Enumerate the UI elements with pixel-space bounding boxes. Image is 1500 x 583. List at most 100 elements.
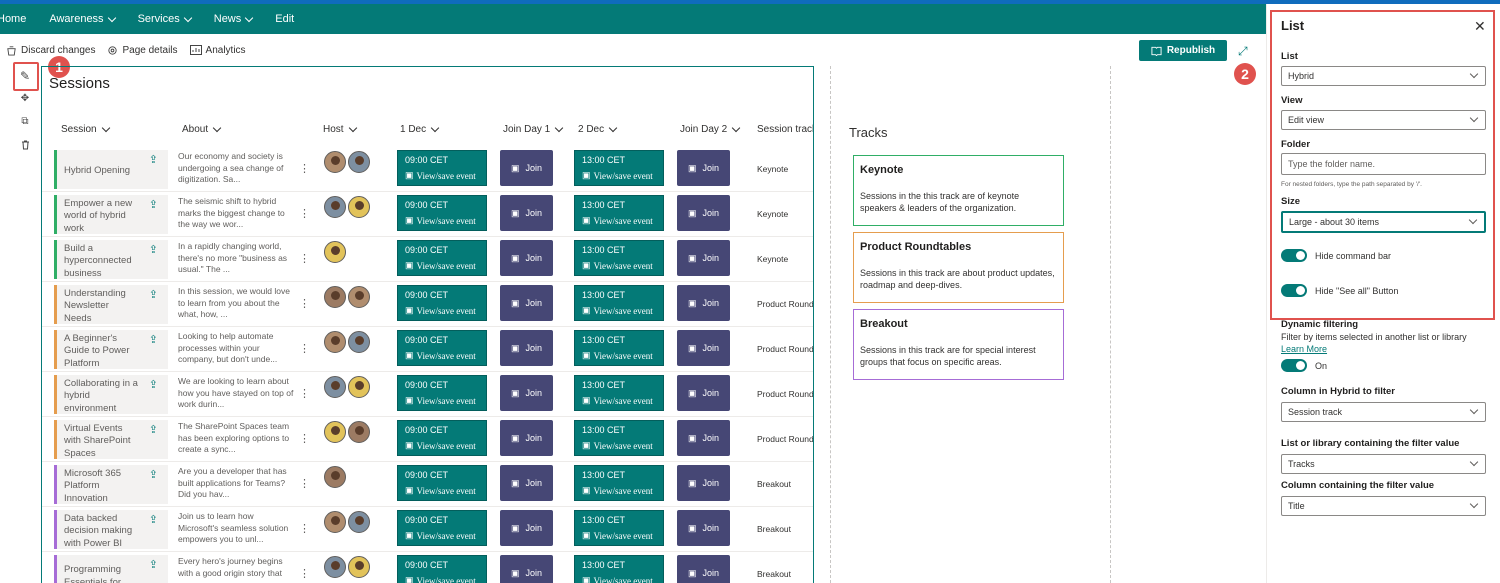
join-day1-button[interactable]: ▣ Join [500,555,553,583]
join-day2-button[interactable]: ▣ Join [677,195,730,231]
join-day2-button[interactable]: ▣ Join [677,420,730,456]
avatar[interactable] [348,331,370,353]
day1-event-button[interactable]: 09:00 CET ▣ View/save event [397,420,487,456]
day1-event-button[interactable]: 09:00 CET ▣ View/save event [397,195,487,231]
day1-event-button[interactable]: 09:00 CET ▣ View/save event [397,375,487,411]
share-icon[interactable]: ⇪ [149,379,158,392]
folder-input[interactable]: Type the folder name. [1281,153,1486,175]
share-icon[interactable]: ⇪ [149,334,158,347]
more-options-icon[interactable]: ⋮ [299,207,310,220]
column-header-join-day2[interactable]: Join Day 2 [680,123,741,135]
more-options-icon[interactable]: ⋮ [299,387,310,400]
join-day2-button[interactable]: ▣ Join [677,465,730,501]
share-icon[interactable]: ⇪ [149,469,158,482]
avatar[interactable] [348,151,370,173]
day2-event-button[interactable]: 13:00 CET ▣ View/save event [574,465,664,501]
session-title-cell[interactable]: Data backed decision making with Power B… [54,510,168,549]
day1-event-button[interactable]: 09:00 CET ▣ View/save event [397,150,487,186]
table-row[interactable]: A Beginner's Guide to Power Platform ⇪ Lo… [42,327,813,372]
session-title-cell[interactable]: Understanding Newsletter Needs ⇪ [54,285,168,324]
join-day1-button[interactable]: ▣ Join [500,375,553,411]
close-icon[interactable]: ✕ [1474,18,1486,35]
column-header-about[interactable]: About [182,123,222,135]
day1-event-button[interactable]: 09:00 CET ▣ View/save event [397,240,487,276]
avatar[interactable] [348,196,370,218]
day1-event-button[interactable]: 09:00 CET ▣ View/save event [397,510,487,546]
avatar[interactable] [348,376,370,398]
more-options-icon[interactable]: ⋮ [299,342,310,355]
day2-event-button[interactable]: 13:00 CET ▣ View/save event [574,330,664,366]
session-title-cell[interactable]: Build a hyperconnected business ⇪ [54,240,168,279]
avatar[interactable] [324,151,346,173]
column-header-join-day1[interactable]: Join Day 1 [503,123,564,135]
page-details-button[interactable]: Page details [107,45,178,56]
more-options-icon[interactable]: ⋮ [299,567,310,580]
avatar[interactable] [324,376,346,398]
table-row[interactable]: Understanding Newsletter Needs ⇪ In this … [42,282,813,327]
more-options-icon[interactable]: ⋮ [299,162,310,175]
avatar[interactable] [324,286,346,308]
avatar[interactable] [324,511,346,533]
table-row[interactable]: Microsoft 365 Platform Innovation ⇪ Are y… [42,462,813,507]
column-header-session[interactable]: Session [61,123,110,135]
list-dropdown[interactable]: Hybrid [1281,66,1486,86]
join-day2-button[interactable]: ▣ Join [677,555,730,583]
avatar[interactable] [324,331,346,353]
table-row[interactable]: Data backed decision making with Power B… [42,507,813,552]
nav-awareness[interactable]: Awareness [49,13,116,25]
avatar[interactable] [348,556,370,578]
day2-event-button[interactable]: 13:00 CET ▣ View/save event [574,195,664,231]
toggle-switch[interactable] [1281,249,1307,262]
analytics-button[interactable]: Analytics [189,45,246,56]
avatar[interactable] [324,466,346,488]
avatar[interactable] [348,421,370,443]
expand-icon[interactable]: ⤢ [1238,44,1248,59]
more-options-icon[interactable]: ⋮ [299,297,310,310]
join-day2-button[interactable]: ▣ Join [677,285,730,321]
avatar[interactable] [324,241,346,263]
join-day1-button[interactable]: ▣ Join [500,150,553,186]
day2-event-button[interactable]: 13:00 CET ▣ View/save event [574,510,664,546]
day1-event-button[interactable]: 09:00 CET ▣ View/save event [397,285,487,321]
session-title-cell[interactable]: A Beginner's Guide to Power Platform ⇪ [54,330,168,369]
avatar[interactable] [324,196,346,218]
table-row[interactable]: Empower a new world of hybrid work ⇪ The … [42,192,813,237]
view-dropdown[interactable]: Edit view [1281,110,1486,130]
share-icon[interactable]: ⇪ [149,244,158,257]
join-day2-button[interactable]: ▣ Join [677,150,730,186]
avatar[interactable] [324,421,346,443]
session-title-cell[interactable]: Programming Essentials for ⇪ [54,555,168,583]
column-header-day1[interactable]: 1 Dec [400,123,440,135]
share-icon[interactable]: ⇪ [149,559,158,572]
more-options-icon[interactable]: ⋮ [299,522,310,535]
more-options-icon[interactable]: ⋮ [299,477,310,490]
nav-edit[interactable]: Edit [275,13,294,25]
join-day2-button[interactable]: ▣ Join [677,375,730,411]
join-day1-button[interactable]: ▣ Join [500,510,553,546]
track-card-product-roundtables[interactable]: Product Roundtables Sessions in this trac… [853,232,1064,303]
join-day1-button[interactable]: ▣ Join [500,330,553,366]
session-title-cell[interactable]: Microsoft 365 Platform Innovation ⇪ [54,465,168,504]
join-day1-button[interactable]: ▣ Join [500,195,553,231]
hide-see-all-toggle[interactable]: Hide "See all" Button [1281,284,1398,297]
day1-event-button[interactable]: 09:00 CET ▣ View/save event [397,330,487,366]
day2-event-button[interactable]: 13:00 CET ▣ View/save event [574,555,664,583]
share-icon[interactable]: ⇪ [149,424,158,437]
toggle-switch[interactable] [1281,284,1307,297]
join-day1-button[interactable]: ▣ Join [500,465,553,501]
share-icon[interactable]: ⇪ [149,154,158,167]
join-day2-button[interactable]: ▣ Join [677,240,730,276]
column-header-track[interactable]: Session track [757,124,813,135]
republish-button[interactable]: Republish [1139,40,1227,61]
session-title-cell[interactable]: Empower a new world of hybrid work ⇪ [54,195,168,234]
avatar[interactable] [348,511,370,533]
column-filter-dropdown[interactable]: Session track [1281,402,1486,422]
more-options-icon[interactable]: ⋮ [299,432,310,445]
table-row[interactable]: Collaborating in a hybrid environment ⇪ W… [42,372,813,417]
day2-event-button[interactable]: 13:00 CET ▣ View/save event [574,420,664,456]
discard-changes-button[interactable]: Discard changes [6,45,95,56]
join-day1-button[interactable]: ▣ Join [500,285,553,321]
size-dropdown[interactable]: Large - about 30 items [1281,211,1486,233]
session-title-cell[interactable]: Virtual Events with SharePoint Spaces ⇪ [54,420,168,459]
session-title-cell[interactable]: Collaborating in a hybrid environment ⇪ [54,375,168,414]
